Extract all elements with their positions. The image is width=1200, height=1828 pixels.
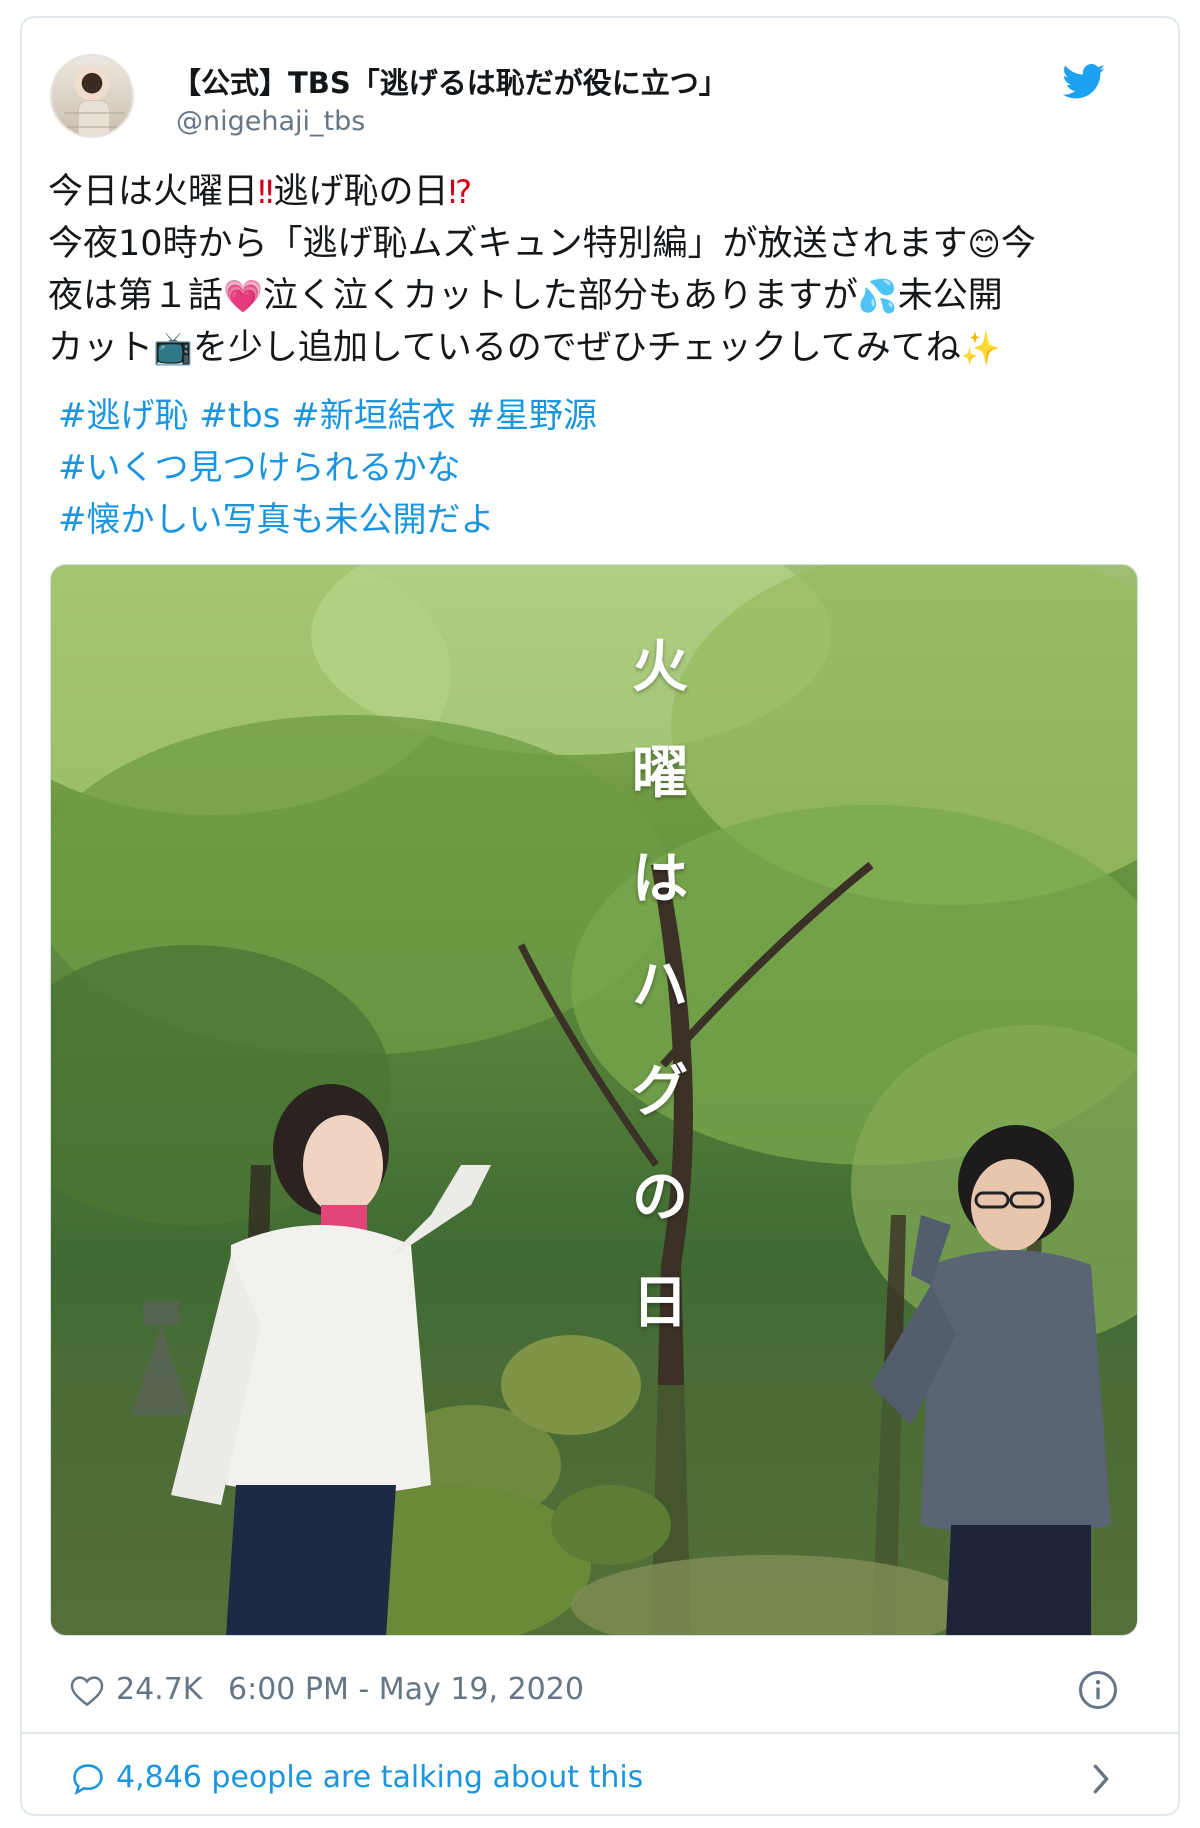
text-segment: を少し追加しているのでぜひチェックしてみてね — [192, 328, 961, 368]
sweat-droplets-icon: 💦 — [857, 277, 898, 315]
tweet-meta: 24.7K 6:00 PM - May 19, 2020 — [50, 1668, 1130, 1714]
tweet-text-line2: 今夜10時から「逃げ恥ムズキュン特別編」が放送されます😊今 — [48, 224, 1036, 264]
talking-count-text[interactable]: 4,846 people are talking about this — [116, 1760, 643, 1795]
overlay-char: 曜 — [632, 741, 688, 806]
hashtag-row-3[interactable]: #懐かしい写真も未公開だよ — [58, 494, 1118, 546]
speech-bubble-icon — [73, 1764, 103, 1796]
author-name[interactable]: 【公式】TBS「逃げるは恥だが役に立つ」 — [172, 60, 728, 102]
chevron-right-icon[interactable] — [1088, 1762, 1114, 1796]
like-count[interactable]: 24.7K — [116, 1672, 202, 1707]
tweet-text-line1: 今日は火曜日‼逃げ恥の日⁉ — [48, 172, 472, 212]
tweet-photo[interactable]: 火 曜 は ハ グ の 日 — [50, 564, 1138, 1636]
overlay-char: ハ — [632, 953, 688, 1018]
author-handle[interactable]: @nigehaji_tbs — [176, 106, 365, 137]
conversation-link[interactable]: 4,846 people are talking about this — [50, 1754, 1130, 1806]
photo-overlay-text: 火 曜 は ハ グ の 日 — [625, 615, 695, 1357]
overlay-char: の — [632, 1165, 688, 1230]
overlay-char: 火 — [632, 635, 688, 700]
text-segment: 今夜10時から「逃げ恥ムズキュン特別編」が放送されます — [48, 224, 968, 264]
text-segment: 夜は第１話 — [48, 276, 224, 316]
text-segment: 逃げ恥の日 — [273, 172, 449, 212]
tweet-text-line4: カット📺を少し追加しているのでぜひチェックしてみてね✨ — [48, 328, 1001, 368]
hashtag-row-1[interactable]: #逃げ恥 #tbs #新垣結衣 #星野源 — [58, 390, 1118, 442]
text-segment: カット — [48, 328, 154, 368]
tweet-text-line3: 夜は第１話💗泣く泣くカットした部分もありますが💦未公開 — [48, 276, 1003, 316]
exclamation-question-icon: ⁉ — [448, 173, 473, 211]
divider — [22, 1732, 1178, 1734]
avatar-caption — [64, 112, 124, 128]
text-segment: 未公開 — [897, 276, 1003, 316]
smiling-face-icon: 😊 — [967, 225, 1001, 263]
overlay-char: は — [632, 847, 688, 912]
text-segment: 泣く泣くカットした部分もありますが — [262, 276, 858, 316]
television-icon: 📺 — [153, 329, 193, 367]
tweet-body: 今日は火曜日‼逃げ恥の日⁉ 今夜10時から「逃げ恥ムズキュン特別編」が放送されま… — [48, 166, 1148, 374]
twitter-bird-icon[interactable] — [1062, 64, 1106, 100]
text-segment: 今日は火曜日 — [48, 172, 259, 212]
overlay-char: 日 — [632, 1271, 688, 1336]
heart-icon[interactable] — [70, 1676, 104, 1706]
double-exclamation-icon: ‼ — [258, 173, 274, 211]
tweet-timestamp[interactable]: 6:00 PM - May 19, 2020 — [228, 1672, 584, 1707]
sparkles-icon: ✨ — [960, 329, 1001, 367]
info-icon[interactable] — [1078, 1670, 1118, 1710]
hashtag-block: #逃げ恥 #tbs #新垣結衣 #星野源 #いくつ見つけられるかな #懐かしい写… — [58, 390, 1118, 546]
forest-scene-illustration — [51, 565, 1137, 1635]
author-avatar[interactable] — [50, 54, 134, 138]
pink-heart-icon: 💗 — [223, 277, 263, 315]
overlay-char: グ — [632, 1059, 688, 1124]
hashtag-row-2[interactable]: #いくつ見つけられるかな — [58, 442, 1118, 494]
text-segment: 今 — [1000, 224, 1036, 264]
tweet-header: 【公式】TBS「逃げるは恥だが役に立つ」 @nigehaji_tbs — [50, 46, 1114, 146]
